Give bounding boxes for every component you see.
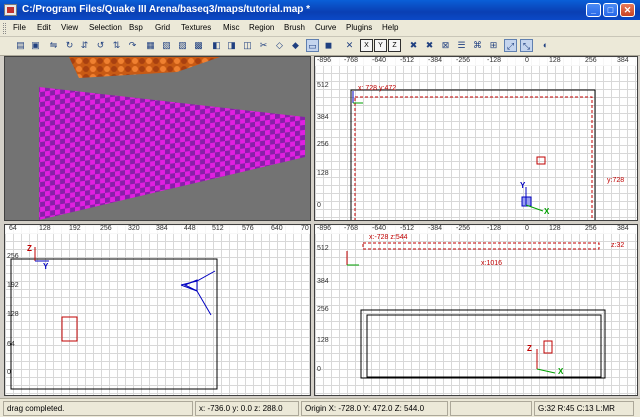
menu-curve[interactable]: Curve [315,23,336,32]
magnet-icon[interactable]: ◐ [539,39,552,52]
menu-bar: File Edit View Selection Bsp Grid Textur… [0,20,640,37]
close-button[interactable]: ✕ [620,3,635,17]
drag-vertices-icon[interactable]: ◆ [289,39,302,52]
yz-room-outline [10,258,218,390]
menu-misc[interactable]: Misc [223,23,239,32]
window-title: C:/Program Files/Quake III Arena/baseq3/… [22,4,311,15]
view-y-button[interactable]: Y [374,39,387,52]
xy-selection-box[interactable] [354,96,593,221]
xy-axis-x-line [525,204,544,212]
xz-height-label: z:32 [611,242,625,249]
menu-grip[interactable] [3,23,6,34]
cubic-clip-icon[interactable]: ✖ [407,39,420,52]
xy-size-label: y:728 [607,177,625,184]
status-message: drag completed. [3,401,193,416]
xy-axis-x-label: X [544,207,550,216]
xz-coord-label: x:-728 z:544 [369,234,408,241]
yz-entity[interactable] [61,316,78,342]
menu-textures[interactable]: Textures [181,23,211,32]
status-extra [450,401,532,416]
xz-axis-x-line [536,368,556,374]
status-grid: G:32 R:45 C:13 L:MR [534,401,634,416]
xy-entity[interactable] [536,156,546,165]
yz-axis-y-label: Y [43,262,49,271]
yz-geometry [10,247,218,390]
xz-width-label: x:1016 [481,260,503,267]
xy-coord-label: x: 728 y:472 [358,85,397,92]
select-complete-icon[interactable]: ▦ [144,39,157,52]
xy-geometry [350,89,596,221]
camera-view[interactable] [4,56,311,221]
app-icon[interactable] [4,4,17,16]
menu-selection[interactable]: Selection [89,23,122,32]
select-touching-icon[interactable]: ▧ [160,39,173,52]
view-yz[interactable]: 64 128 192 256 320 384 448 512 576 640 7… [4,224,311,396]
maximize-button[interactable]: □ [603,3,618,17]
flip-x-icon[interactable]: ⇋ [47,39,60,52]
hollow-icon[interactable]: ◫ [241,39,254,52]
view-cross-icon[interactable]: ✕ [343,39,356,52]
rotate-y-icon[interactable]: ↺ [94,39,107,52]
rotate-x-icon[interactable]: ↻ [63,39,76,52]
camera-clip-icon[interactable]: ✖ [423,39,436,52]
flip-z-icon[interactable]: ⇅ [110,39,123,52]
free-rotate-icon[interactable]: ⤡ [520,39,533,52]
view-xz[interactable]: -896 -768 -640 -512 -384 -256 -128 0 128… [314,224,638,396]
view-xy[interactable]: -896 -768 -640 -512 -384 -256 -128 0 128… [314,56,638,221]
status-cursor: x: -736.0 y: 0.0 z: 288.0 [195,401,299,416]
rotate-z-icon[interactable]: ↷ [126,39,139,52]
xz-room-inner [366,314,602,378]
menu-edit[interactable]: Edit [37,23,51,32]
drag-edges-icon[interactable]: ◇ [273,39,286,52]
view-x-button[interactable]: X [360,39,373,52]
camera-scene [39,57,305,220]
menu-view[interactable]: View [61,23,78,32]
view-change-icon[interactable]: ▭ [306,39,319,52]
ceiling-brush [69,57,220,78]
xy-axis-y-label: Y [520,181,526,190]
clipper-icon[interactable]: ✂ [257,39,270,52]
yz-camera-frustum-bottom [180,284,212,316]
select-partial-icon[interactable]: ▨ [176,39,189,52]
yz-camera-frustum-top [180,270,216,286]
scale-icon[interactable]: ⤢ [504,39,517,52]
menu-brush[interactable]: Brush [284,23,305,32]
minimize-button[interactable]: _ [586,3,601,17]
xz-entity[interactable] [543,340,553,354]
flip-y-icon[interactable]: ⇵ [78,39,91,52]
view-z-button[interactable]: Z [388,39,401,52]
menu-grid[interactable]: Grid [155,23,170,32]
texture-lock-icon[interactable]: ⊠ [439,39,452,52]
xz-selection-box[interactable] [362,242,600,250]
menu-plugins[interactable]: Plugins [346,23,372,32]
toolbar: ▤ ▣ ⇋ ↻ ⇵ ↺ ⇅ ↷ ▦ ▧ ▨ ▩ ◧ ◨ ◫ ✂ ◇ ◆ ▭ ◼ … [0,37,640,56]
xz-geometry [346,242,606,379]
patch-bend-icon[interactable]: ⌘ [471,39,484,52]
xy-room-outline [350,89,596,220]
xz-room-outer [360,309,606,379]
title-bar: C:/Program Files/Quake III Arena/baseq3/… [0,0,640,20]
menu-help[interactable]: Help [382,23,398,32]
open-icon[interactable]: ▤ [14,39,27,52]
xz-axis-z-label: Z [527,344,532,353]
yz-axis-z-label: Z [27,244,32,253]
menu-bsp[interactable]: Bsp [129,23,143,32]
wall-brush [39,87,305,220]
menu-file[interactable]: File [13,23,26,32]
entity-icon[interactable]: ☰ [455,39,468,52]
select-inside-icon[interactable]: ▩ [192,39,205,52]
patch-insdel-icon[interactable]: ⊞ [487,39,500,52]
csg-subtract-icon[interactable]: ◧ [210,39,223,52]
csg-merge-icon[interactable]: ◨ [225,39,238,52]
status-bar: drag completed. x: -736.0 y: 0.0 z: 288.… [0,398,640,417]
status-origin: Origin X: -728.0 Y: 472.0 Z: 544.0 [301,401,448,416]
xz-axis-x-label: X [558,367,564,376]
save-icon[interactable]: ▣ [29,39,42,52]
menu-region[interactable]: Region [249,23,274,32]
texture-view-icon[interactable]: ◼ [322,39,335,52]
